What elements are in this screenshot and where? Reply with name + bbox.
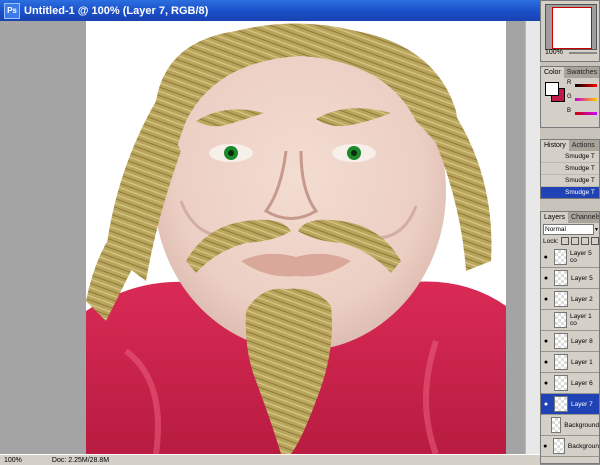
layer-name: Layer 8: [571, 337, 593, 345]
eye-icon[interactable]: ●: [541, 275, 551, 282]
layer-row[interactable]: ● Layer 5 co: [541, 247, 599, 268]
layer-name: Layer 5 co: [570, 250, 592, 264]
photoshop-icon: Ps: [4, 2, 20, 19]
lock-label: Lock:: [543, 237, 559, 245]
lock-all-icon[interactable]: [590, 237, 599, 245]
blend-mode-row: Normal ▾: [541, 223, 599, 235]
lock-image-icon[interactable]: [570, 237, 579, 245]
layer-name: Layer 7: [571, 400, 593, 408]
status-bar: 100% Doc: 2.25M/28.8M: [0, 454, 540, 465]
eye-icon[interactable]: ●: [541, 401, 551, 408]
navigator-view-box[interactable]: [552, 7, 592, 49]
layer-thumbnail: [554, 333, 568, 349]
window-title: Untitled-1 @ 100% (Layer 7, RGB/8): [24, 4, 209, 17]
tab-history[interactable]: History: [541, 140, 569, 151]
title-bar: Ps Untitled-1 @ 100% (Layer 7, RGB/8): [0, 0, 540, 21]
layer-thumbnail: [553, 249, 567, 265]
eye-icon[interactable]: ●: [541, 338, 551, 345]
layer-name: Layer 2: [571, 295, 593, 303]
tab-layers[interactable]: Layers: [541, 212, 569, 223]
lock-position-icon[interactable]: [580, 237, 589, 245]
tab-actions[interactable]: Actions: [569, 140, 598, 151]
tab-color[interactable]: Color: [541, 67, 564, 78]
layer-row[interactable]: ● Layer 5: [541, 268, 599, 289]
layer-row[interactable]: ● Layer 6: [541, 373, 599, 394]
layer-thumbnail: [550, 417, 562, 433]
layer-thumbnail: [554, 354, 568, 370]
color-panel: Color Swatches R G B: [540, 66, 600, 128]
layer-name: Layer 1 co: [570, 313, 592, 327]
document-workspace[interactable]: [0, 21, 540, 454]
navigator-zoom[interactable]: 100%: [545, 49, 563, 56]
layer-row[interactable]: Layer 1 co: [541, 310, 599, 331]
status-doc-size[interactable]: Doc: 2.25M/28.8M: [52, 457, 109, 464]
channel-r-slider[interactable]: [575, 84, 597, 87]
vertical-scrollbar[interactable]: [525, 21, 541, 454]
layer-row[interactable]: Background: [541, 415, 599, 436]
channel-b-slider[interactable]: [575, 112, 597, 115]
layer-thumbnail: [554, 291, 568, 307]
layer-name: Backgroun: [567, 442, 599, 450]
layer-name: Background: [564, 421, 599, 429]
eye-icon[interactable]: [541, 422, 548, 429]
color-panel-tabs: Color Swatches: [541, 67, 599, 78]
navigator-panel: 100%: [540, 0, 600, 62]
layers-panel-tabs: Layers Channels: [541, 212, 599, 223]
history-panel: History Actions Smudge T Smudge T Smudge…: [540, 139, 600, 199]
history-panel-tabs: History Actions: [541, 140, 599, 151]
layer-row[interactable]: ● Layer 8: [541, 331, 599, 352]
palette-well: 100% Color Swatches R G B History Action…: [540, 0, 600, 464]
history-item[interactable]: Smudge T: [541, 175, 599, 187]
layer-row[interactable]: ● Layer 1: [541, 352, 599, 373]
history-item-selected[interactable]: Smudge T: [541, 187, 599, 198]
zoom-slider[interactable]: [569, 52, 597, 54]
lock-transparency-icon[interactable]: [560, 237, 569, 245]
channel-b-label: B: [567, 108, 572, 114]
channel-g-label: G: [567, 94, 572, 100]
lock-row: Lock:: [541, 235, 599, 247]
eye-icon[interactable]: ●: [541, 254, 551, 261]
layer-thumbnail: [554, 396, 568, 412]
tab-channels[interactable]: Channels: [568, 212, 599, 223]
status-zoom[interactable]: 100%: [4, 457, 22, 464]
layer-row[interactable]: ● Layer 2: [541, 289, 599, 310]
layer-name: Layer 1: [571, 358, 593, 366]
layer-name: Layer 6: [571, 379, 593, 387]
eye-icon[interactable]: ●: [541, 443, 550, 450]
layer-thumbnail: [554, 375, 568, 391]
layer-row-selected[interactable]: ● Layer 7: [541, 394, 599, 415]
portrait-artwork: [86, 23, 506, 454]
layer-row[interactable]: ● Backgroun: [541, 436, 599, 457]
chevron-down-icon[interactable]: ▾: [595, 226, 598, 233]
channel-r-label: R: [567, 80, 572, 86]
layer-thumbnail: [553, 312, 567, 328]
layer-name: Layer 5: [571, 274, 593, 282]
image-canvas[interactable]: [86, 21, 506, 454]
history-item[interactable]: Smudge T: [541, 151, 599, 163]
foreground-color-swatch[interactable]: [545, 82, 559, 96]
eye-icon[interactable]: ●: [541, 359, 551, 366]
eye-icon[interactable]: [541, 317, 551, 324]
navigator-preview[interactable]: [545, 4, 597, 50]
history-item[interactable]: Smudge T: [541, 163, 599, 175]
layer-thumbnail: [554, 270, 568, 286]
eye-icon[interactable]: ●: [541, 380, 551, 387]
layers-panel: Layers Channels Normal ▾ Lock: ● Layer 5 …: [540, 211, 600, 464]
eye-icon[interactable]: ●: [541, 296, 551, 303]
blend-mode-select[interactable]: Normal: [543, 223, 594, 235]
layer-thumbnail: [552, 438, 565, 454]
channel-g-slider[interactable]: [575, 98, 597, 101]
tab-swatches[interactable]: Swatches: [564, 67, 599, 78]
